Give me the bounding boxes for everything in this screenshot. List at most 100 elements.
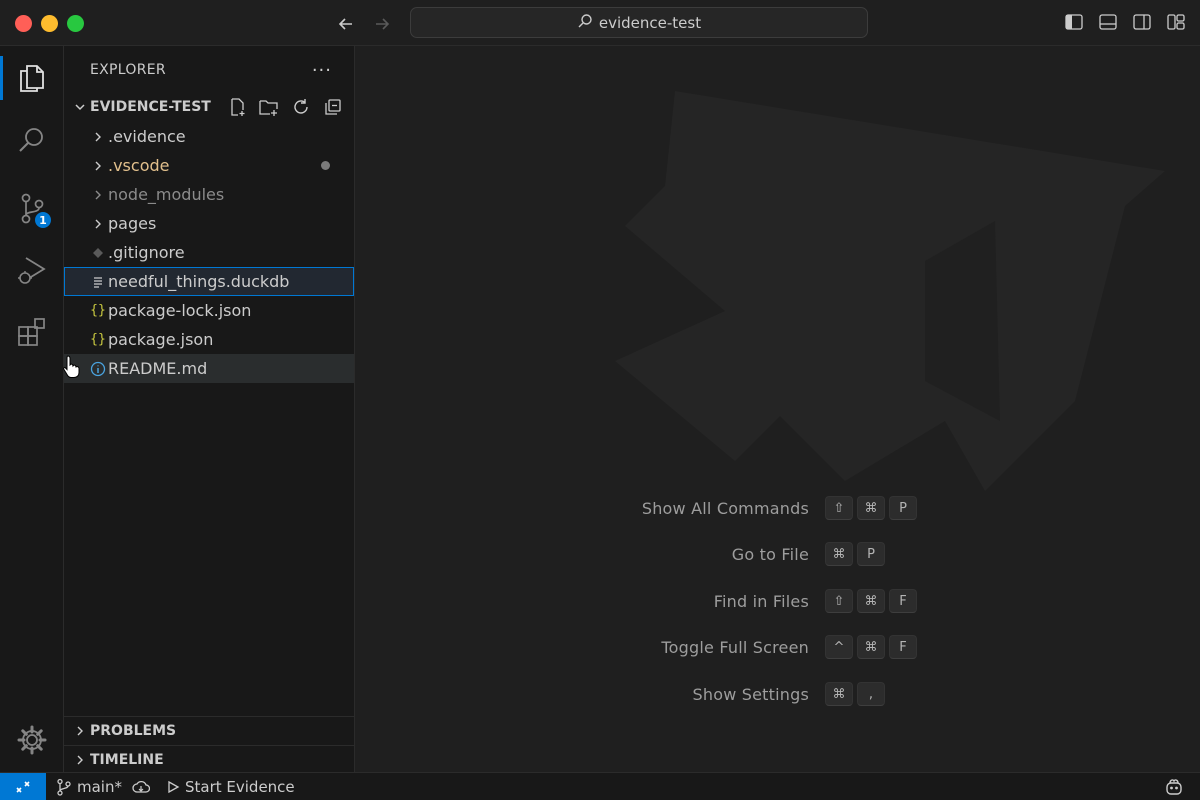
manage-gear-icon[interactable] bbox=[0, 712, 64, 768]
tree-item-readme[interactable]: README.md bbox=[64, 354, 354, 383]
shortcut-row[interactable]: Show All Commands ⇧ ⌘ P bbox=[355, 494, 1200, 524]
editor-area: Show All Commands ⇧ ⌘ P Go to File ⌘ P F… bbox=[355, 46, 1200, 772]
start-evidence-button[interactable]: Start Evidence bbox=[166, 778, 295, 796]
activity-bar: 1 bbox=[0, 46, 64, 772]
new-folder-icon[interactable] bbox=[258, 96, 280, 118]
zoom-window-button[interactable] bbox=[67, 15, 84, 32]
vscode-watermark-logo bbox=[615, 91, 1165, 491]
key-cap: F bbox=[889, 589, 917, 613]
toggle-panel-icon[interactable] bbox=[1098, 12, 1118, 32]
shortcut-keys: ⌘ , bbox=[825, 682, 885, 706]
branch-indicator[interactable]: main* bbox=[56, 778, 122, 796]
close-window-button[interactable] bbox=[15, 15, 32, 32]
collapse-all-icon[interactable] bbox=[322, 96, 344, 118]
customize-layout-icon[interactable] bbox=[1166, 12, 1186, 32]
start-evidence-label: Start Evidence bbox=[184, 777, 295, 796]
shortcut-label: Show Settings bbox=[692, 685, 809, 704]
chevron-right-icon bbox=[70, 754, 90, 766]
extensions-icon[interactable] bbox=[0, 304, 64, 360]
workspace-folder-header[interactable]: EVIDENCE-TEST bbox=[64, 94, 354, 120]
refresh-icon[interactable] bbox=[290, 96, 312, 118]
toggle-secondary-sidebar-icon[interactable] bbox=[1132, 12, 1152, 32]
json-file-icon: {} bbox=[90, 303, 106, 318]
command-center-search[interactable]: evidence-test bbox=[410, 7, 868, 38]
key-cap: ⌘ bbox=[857, 635, 885, 659]
sidebar-bottom-sections: PROBLEMS TIMELINE bbox=[64, 716, 355, 774]
run-and-debug-icon[interactable] bbox=[0, 242, 64, 298]
key-cap: ⌘ bbox=[825, 542, 853, 566]
tree-item-package-json[interactable]: {} package.json bbox=[64, 325, 354, 354]
tree-item-label: README.md bbox=[108, 359, 208, 378]
sync-indicator[interactable] bbox=[132, 779, 150, 795]
source-control-badge: 1 bbox=[33, 210, 53, 230]
minimize-window-button[interactable] bbox=[41, 15, 58, 32]
shortcut-keys: ⇧ ⌘ F bbox=[825, 589, 917, 613]
title-bar: evidence-test bbox=[0, 0, 1200, 46]
command-center-label: evidence-test bbox=[598, 13, 702, 32]
folder-actions bbox=[226, 94, 344, 120]
key-cap: P bbox=[857, 542, 885, 566]
chevron-right-icon bbox=[88, 160, 108, 172]
copilot-icon[interactable] bbox=[1164, 777, 1184, 800]
text-file-icon bbox=[88, 276, 108, 288]
git-file-icon bbox=[88, 247, 108, 259]
tree-item-label: package-lock.json bbox=[108, 301, 252, 320]
shortcut-keys: ^ ⌘ F bbox=[825, 635, 917, 659]
tree-item-node-modules[interactable]: node_modules bbox=[64, 180, 354, 209]
tree-item-evidence[interactable]: .evidence bbox=[64, 122, 354, 151]
info-icon bbox=[88, 361, 108, 377]
branch-name: main* bbox=[77, 777, 122, 796]
problems-section-header[interactable]: PROBLEMS bbox=[64, 716, 355, 745]
tree-item-gitignore[interactable]: .gitignore bbox=[64, 238, 354, 267]
tree-item-label: node_modules bbox=[108, 185, 225, 204]
explorer-title: EXPLORER bbox=[90, 62, 166, 78]
status-bar: main* Start Evidence bbox=[0, 772, 1200, 800]
key-cap: , bbox=[857, 682, 885, 706]
json-file-icon: {} bbox=[90, 332, 106, 347]
git-branch-icon bbox=[57, 778, 71, 796]
key-cap: ⌘ bbox=[825, 682, 853, 706]
layout-controls bbox=[1064, 12, 1186, 32]
timeline-section-header[interactable]: TIMELINE bbox=[64, 745, 355, 774]
shortcut-keys: ⇧ ⌘ P bbox=[825, 496, 917, 520]
forward-arrow-icon[interactable] bbox=[370, 12, 394, 36]
hand-cursor-icon bbox=[62, 354, 82, 382]
key-cap: ⌘ bbox=[857, 589, 885, 613]
key-cap: ⇧ bbox=[825, 496, 853, 520]
modified-dot-icon bbox=[321, 161, 330, 170]
workspace-folder-name: EVIDENCE-TEST bbox=[90, 99, 211, 115]
more-actions-icon[interactable]: ··· bbox=[312, 60, 332, 81]
chevron-right-icon bbox=[70, 725, 90, 737]
file-tree: .evidence .vscode node_modules pages .gi… bbox=[64, 122, 354, 383]
shortcut-row[interactable]: Go to File ⌘ P bbox=[355, 540, 1200, 570]
chevron-right-icon bbox=[88, 218, 108, 230]
key-cap: ⇧ bbox=[825, 589, 853, 613]
tree-item-label: .gitignore bbox=[108, 243, 185, 262]
tree-item-vscode[interactable]: .vscode bbox=[64, 151, 354, 180]
search-view-icon[interactable] bbox=[0, 112, 64, 168]
key-cap: ⌘ bbox=[857, 496, 885, 520]
key-cap: P bbox=[889, 496, 917, 520]
tree-item-label: needful_things.duckdb bbox=[108, 272, 290, 291]
timeline-section-title: TIMELINE bbox=[90, 752, 164, 768]
shortcut-keys: ⌘ P bbox=[825, 542, 885, 566]
chevron-down-icon bbox=[70, 100, 90, 114]
tree-item-duckdb[interactable]: needful_things.duckdb bbox=[64, 267, 354, 296]
shortcut-row[interactable]: Toggle Full Screen ^ ⌘ F bbox=[355, 633, 1200, 663]
toggle-primary-sidebar-icon[interactable] bbox=[1064, 12, 1084, 32]
play-icon bbox=[168, 780, 180, 793]
remote-indicator-icon[interactable] bbox=[0, 772, 46, 800]
tree-item-label: pages bbox=[108, 214, 157, 233]
problems-section-title: PROBLEMS bbox=[90, 723, 177, 739]
explorer-icon[interactable] bbox=[0, 50, 64, 106]
tree-item-pages[interactable]: pages bbox=[64, 209, 354, 238]
shortcut-row[interactable]: Show Settings ⌘ , bbox=[355, 680, 1200, 710]
shortcut-label: Find in Files bbox=[713, 592, 809, 611]
tree-item-package-lock[interactable]: {} package-lock.json bbox=[64, 296, 354, 325]
key-cap: ^ bbox=[825, 635, 853, 659]
back-arrow-icon[interactable] bbox=[334, 12, 358, 36]
new-file-icon[interactable] bbox=[226, 96, 248, 118]
shortcut-row[interactable]: Find in Files ⇧ ⌘ F bbox=[355, 587, 1200, 617]
tree-item-label: .evidence bbox=[108, 127, 186, 146]
source-control-icon[interactable]: 1 bbox=[0, 180, 64, 236]
